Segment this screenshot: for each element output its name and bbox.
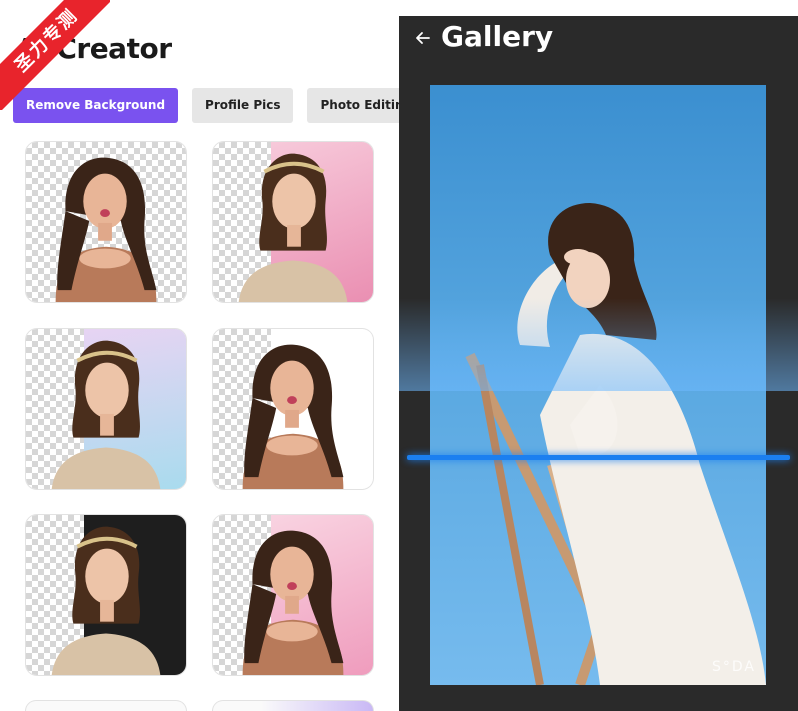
portrait-image	[238, 153, 348, 302]
watermark-text: S°DA	[712, 659, 756, 675]
gallery-title: Gallery	[441, 20, 554, 53]
chip-photo-editing[interactable]: Photo Editing Cla	[307, 88, 399, 123]
category-chips: Remove Background Profile Pics Photo Edi…	[13, 88, 399, 123]
next-row-peek	[25, 700, 375, 711]
portrait-image	[242, 530, 344, 675]
sample-card[interactable]	[212, 328, 374, 490]
sample-card[interactable]	[212, 141, 374, 303]
portrait-image	[55, 157, 157, 302]
portrait-image	[51, 340, 161, 489]
gallery-panel: Gallery S°DA	[399, 16, 798, 711]
ai-creator-panel: AI Creator Remove Background Profile Pic…	[0, 0, 399, 711]
chip-profile-pics[interactable]: Profile Pics	[192, 88, 294, 123]
sample-card[interactable]	[25, 700, 187, 711]
sample-card[interactable]	[25, 328, 187, 490]
back-arrow-icon[interactable]	[413, 28, 433, 48]
sample-card[interactable]	[212, 514, 374, 676]
photo-subject	[465, 203, 766, 685]
portrait-image	[242, 344, 344, 489]
scan-line	[407, 455, 790, 460]
gallery-photo[interactable]: S°DA	[430, 85, 766, 685]
screen: AI Creator Remove Background Profile Pic…	[0, 0, 798, 711]
portrait-image	[51, 526, 161, 675]
sample-card[interactable]	[25, 141, 187, 303]
sample-card[interactable]	[212, 700, 374, 711]
sample-card[interactable]	[25, 514, 187, 676]
page-title: AI Creator	[16, 32, 172, 65]
chip-remove-background[interactable]: Remove Background	[13, 88, 179, 123]
